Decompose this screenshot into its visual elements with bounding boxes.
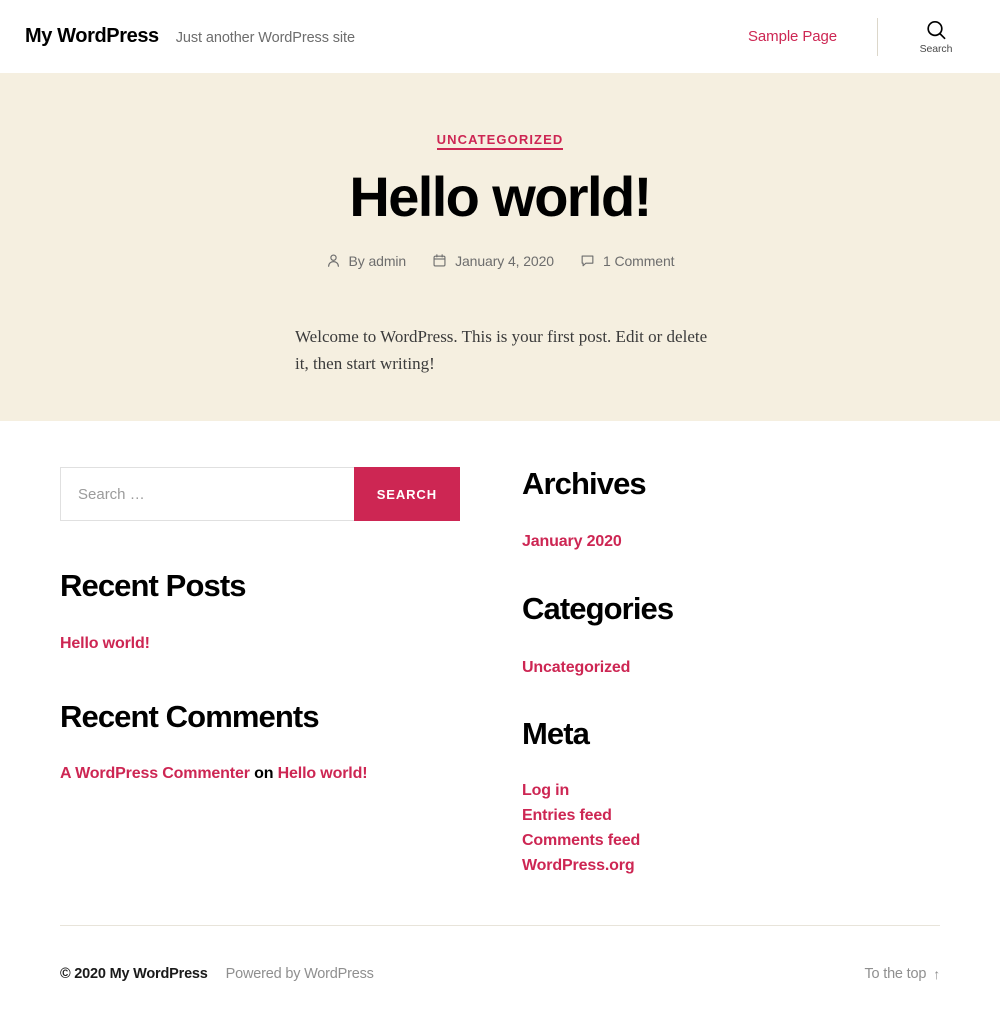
- widget-title-meta: Meta: [522, 715, 590, 751]
- meta-link-entries-feed[interactable]: Entries feed: [522, 807, 612, 824]
- list-item: Hello world!: [60, 632, 460, 657]
- search-icon: [925, 19, 948, 42]
- widget-title-recent-posts: Recent Posts: [60, 568, 247, 603]
- search-toggle-label: Search: [919, 42, 953, 55]
- search-input[interactable]: [60, 467, 354, 521]
- meta-comments-text[interactable]: 1 Comment: [603, 253, 675, 269]
- list-item: January 2020: [522, 530, 940, 555]
- header-divider: [877, 17, 878, 56]
- entry-meta: By admin January 4, 2020 1 Comment: [0, 253, 1000, 269]
- comment-icon: [580, 253, 595, 268]
- entry-excerpt: Welcome to WordPress. This is your first…: [295, 326, 708, 374]
- widget-column-right: Archives January 2020 Categories Uncateg…: [520, 466, 940, 879]
- categories-list: Uncategorized: [522, 656, 940, 681]
- calendar-icon: [432, 253, 447, 268]
- widget-archives: Archives January 2020: [522, 466, 940, 555]
- comment-connector: on: [254, 764, 274, 782]
- meta-list: Log in Entries feed Comments feed WordPr…: [522, 779, 940, 879]
- to-the-top-link[interactable]: To the top ↑: [865, 966, 941, 982]
- list-item: Entries feed: [522, 804, 940, 829]
- meta-link-wordpress-org[interactable]: WordPress.org: [522, 857, 635, 874]
- meta-author-text[interactable]: By admin: [349, 253, 407, 269]
- list-item: Uncategorized: [522, 656, 940, 681]
- meta-link-comments-feed[interactable]: Comments feed: [522, 832, 640, 849]
- archives-list: January 2020: [522, 530, 940, 555]
- category-link-uncategorized-widget[interactable]: Uncategorized: [522, 659, 630, 676]
- widget-recent-posts: Recent Posts Hello world!: [60, 568, 460, 657]
- site-branding: My WordPress Just another WordPress site: [24, 25, 355, 48]
- widget-meta: Meta Log in Entries feed Comments feed W…: [522, 715, 940, 879]
- recent-comments-list: A WordPress Commenter on Hello world!: [60, 762, 460, 787]
- meta-date-text: January 4, 2020: [455, 252, 554, 269]
- site-description: Just another WordPress site: [175, 30, 355, 46]
- meta-author: By admin: [326, 253, 407, 269]
- recent-posts-list: Hello world!: [60, 632, 460, 657]
- meta-date: January 4, 2020: [432, 253, 554, 269]
- footer-powered-by-link[interactable]: Powered by WordPress: [226, 966, 374, 982]
- nav-item-sample-page[interactable]: Sample Page: [748, 28, 877, 45]
- page-title: Hello world!: [349, 165, 652, 228]
- arrow-up-icon: ↑: [933, 966, 940, 983]
- entry-categories: UNCATEGORIZED: [0, 131, 1000, 150]
- footer-copyright: © 2020 My WordPress: [60, 966, 208, 983]
- featured-post-hero: UNCATEGORIZED Hello world! By admin Janu…: [0, 73, 1000, 421]
- widget-categories: Categories Uncategorized: [522, 590, 940, 681]
- site-header: My WordPress Just another WordPress site…: [0, 0, 1000, 73]
- list-item: WordPress.org: [522, 854, 940, 879]
- list-item: A WordPress Commenter on Hello world!: [60, 762, 460, 787]
- widget-column-left: SEARCH Recent Posts Hello world! Recent …: [60, 467, 520, 879]
- footer-credits: © 2020 My WordPress Powered by WordPress: [60, 966, 374, 982]
- site-footer: © 2020 My WordPress Powered by WordPress…: [60, 925, 940, 982]
- widget-title-archives: Archives: [522, 466, 647, 501]
- comment-author-link[interactable]: A WordPress Commenter: [60, 765, 250, 782]
- to-the-top-label: To the top: [864, 966, 927, 983]
- widget-area: SEARCH Recent Posts Hello world! Recent …: [0, 421, 1000, 879]
- comment-post-link[interactable]: Hello world!: [278, 765, 368, 782]
- widget-title-categories: Categories: [522, 590, 674, 626]
- search-widget-form: SEARCH: [60, 467, 460, 521]
- widget-recent-comments: Recent Comments A WordPress Commenter on…: [60, 698, 460, 787]
- meta-comments: 1 Comment: [580, 253, 675, 269]
- list-item: Comments feed: [522, 829, 940, 854]
- widget-title-recent-comments: Recent Comments: [60, 698, 320, 734]
- person-icon: [326, 253, 341, 268]
- archive-link-january-2020[interactable]: January 2020: [522, 533, 622, 550]
- list-item: Log in: [522, 779, 940, 804]
- category-link-uncategorized[interactable]: UNCATEGORIZED: [436, 132, 564, 150]
- recent-post-link[interactable]: Hello world!: [60, 635, 150, 652]
- search-submit-button[interactable]: SEARCH: [353, 467, 460, 521]
- primary-navigation: Sample Page Search: [748, 17, 976, 56]
- meta-link-log-in[interactable]: Log in: [522, 782, 569, 799]
- search-toggle-button[interactable]: Search: [910, 19, 962, 55]
- site-title-link[interactable]: My WordPress: [25, 25, 159, 48]
